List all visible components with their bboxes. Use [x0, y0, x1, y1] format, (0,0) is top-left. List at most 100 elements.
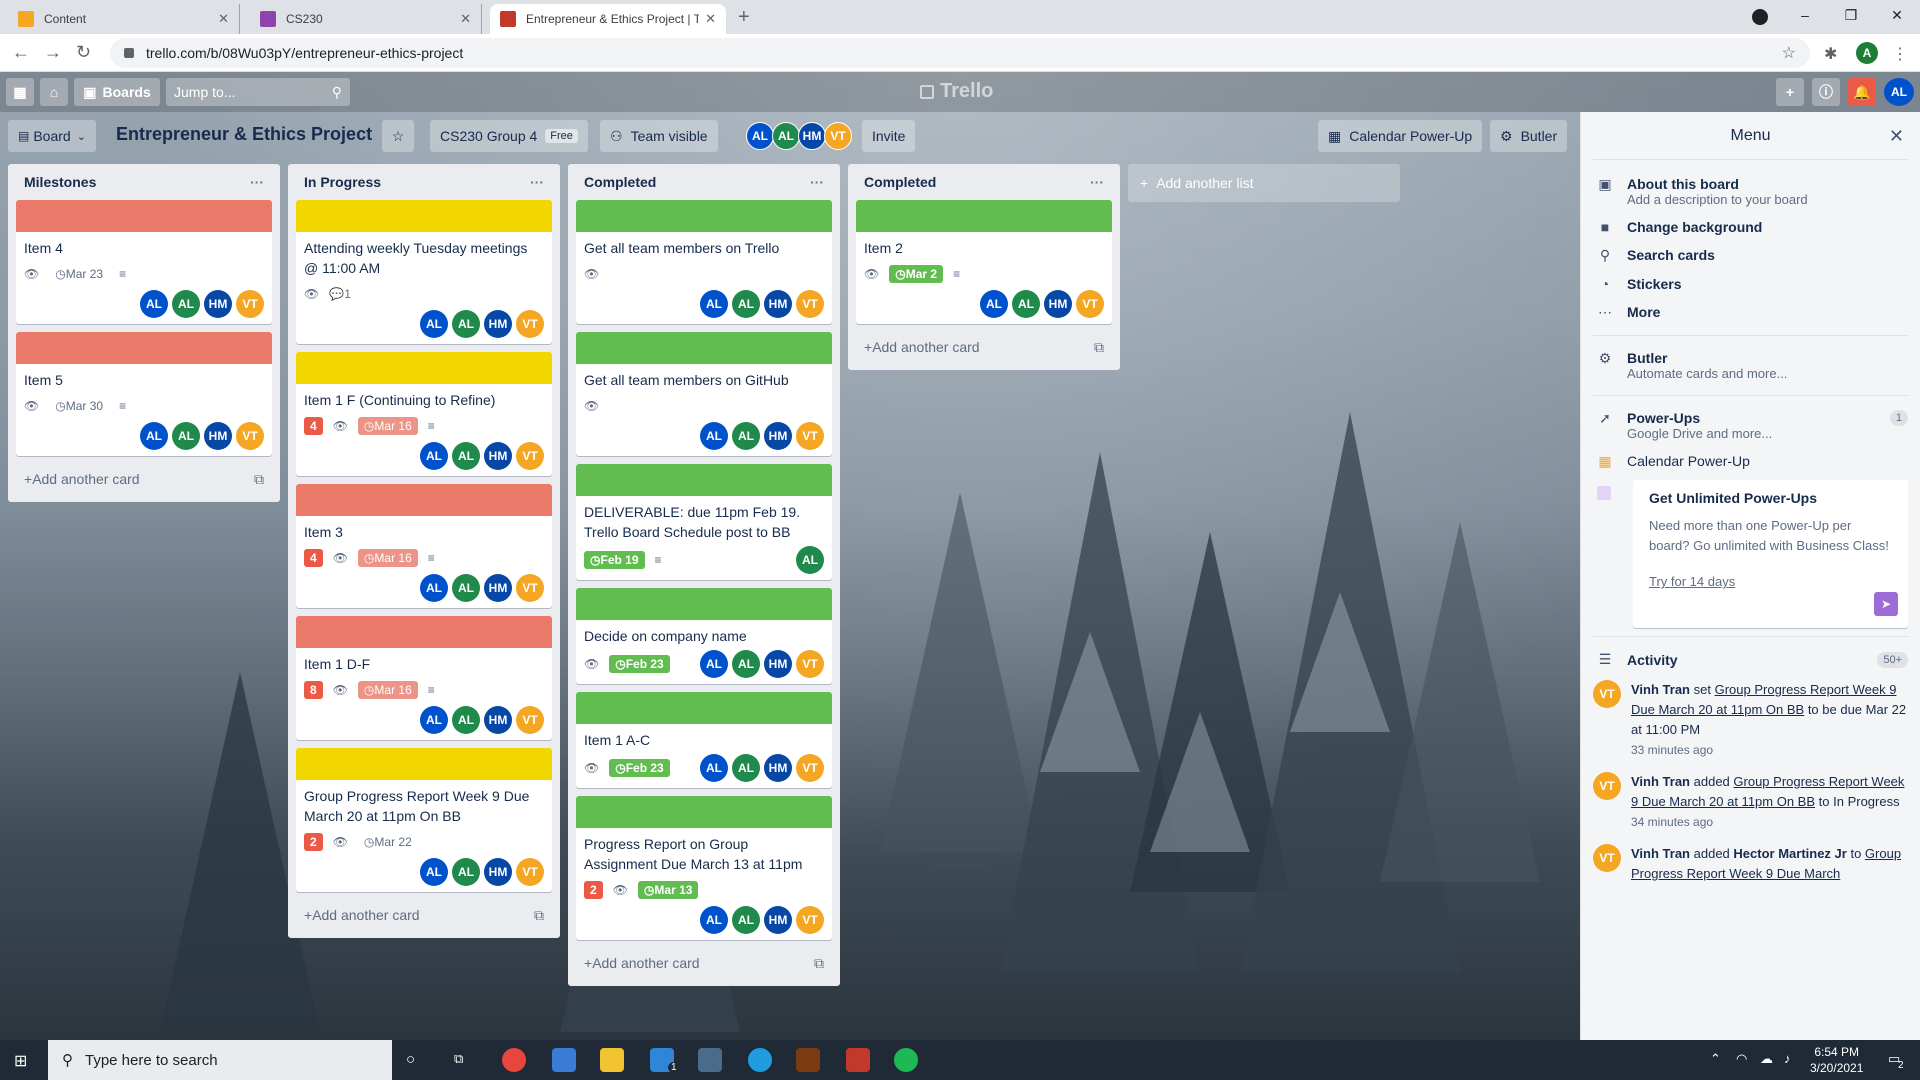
member-avatar[interactable]: AL: [700, 650, 728, 678]
upsell-trial-link[interactable]: Try for 14 days: [1649, 574, 1892, 589]
invite-button[interactable]: Invite: [862, 120, 916, 152]
member-avatar[interactable]: AL: [796, 546, 824, 574]
member-avatar[interactable]: AL: [420, 442, 448, 470]
member-avatar[interactable]: AL: [172, 422, 200, 450]
due-date-badge[interactable]: ◷ Mar 22: [358, 833, 418, 851]
due-date-badge[interactable]: ◷ Mar 16: [357, 417, 418, 435]
list-menu-icon[interactable]: ···: [530, 174, 544, 190]
activity-user[interactable]: Vinh Tran: [1631, 682, 1690, 697]
menu-powerups[interactable]: ➚ Power-Ups Google Drive and more... 1: [1581, 404, 1920, 447]
member-avatar[interactable]: HM: [764, 290, 792, 318]
member-avatar[interactable]: AL: [732, 754, 760, 782]
add-card-button[interactable]: + Add another card ⧉: [856, 332, 1112, 362]
member-avatar[interactable]: VT: [1593, 844, 1621, 872]
member-avatar[interactable]: AL: [700, 754, 728, 782]
minecraft-taskbar-icon[interactable]: [796, 1048, 820, 1072]
reload-icon[interactable]: ↻: [76, 42, 91, 63]
list-header[interactable]: Completed ···: [856, 164, 1112, 200]
file-explorer-icon[interactable]: [600, 1048, 624, 1072]
card[interactable]: Decide on company name 👁 ◷ Feb 23 AL AL HM VT: [576, 588, 832, 684]
member-avatar[interactable]: HM: [764, 422, 792, 450]
list-menu-icon[interactable]: ···: [1090, 174, 1104, 190]
edge-taskbar-icon[interactable]: [748, 1048, 772, 1072]
member-avatar[interactable]: HM: [764, 754, 792, 782]
card[interactable]: Attending weekly Tuesday meetings @ 11:0…: [296, 200, 552, 344]
user-avatar[interactable]: AL: [1884, 78, 1914, 106]
member-avatar[interactable]: AL: [700, 290, 728, 318]
member-avatar[interactable]: VT: [1076, 290, 1104, 318]
trello-logo[interactable]: Trello: [920, 80, 993, 103]
card[interactable]: Item 1 A-C 👁 ◷ Feb 23 AL AL HM VT: [576, 692, 832, 788]
add-list-button[interactable]: + Add another list: [1128, 164, 1400, 202]
wifi-icon[interactable]: ◠: [1736, 1051, 1747, 1067]
board-member-avatar[interactable]: AL: [746, 122, 774, 150]
member-avatar[interactable]: AL: [420, 310, 448, 338]
extensions-icon[interactable]: ✱: [1824, 44, 1837, 64]
list-header[interactable]: Milestones ···: [16, 164, 272, 200]
spotify-taskbar-icon[interactable]: [894, 1048, 918, 1072]
due-date-badge[interactable]: ◷ Mar 23: [49, 265, 109, 283]
member-avatar[interactable]: VT: [516, 706, 544, 734]
board-member-avatar[interactable]: HM: [798, 122, 826, 150]
due-date-badge[interactable]: ◷ Mar 16: [357, 549, 418, 567]
browser-tab-content[interactable]: Content ✕: [8, 4, 240, 34]
member-avatar[interactable]: VT: [516, 858, 544, 886]
member-avatar[interactable]: VT: [1593, 680, 1621, 708]
menu-about-board[interactable]: ▣ About this board Add a description to …: [1581, 170, 1920, 213]
team-button[interactable]: CS230 Group 4 Free: [430, 120, 588, 152]
star-board-button[interactable]: ☆: [382, 120, 414, 152]
menu-stickers[interactable]: ◔ Stickers: [1581, 270, 1920, 298]
close-icon[interactable]: ✕: [460, 11, 471, 27]
apps-grid-icon[interactable]: ▦: [6, 78, 34, 106]
member-avatar[interactable]: AL: [732, 422, 760, 450]
butler-button[interactable]: ⚙ Butler: [1490, 120, 1568, 152]
new-tab-button[interactable]: +: [738, 6, 750, 29]
maximize-button[interactable]: ❐: [1828, 0, 1874, 30]
taskbar-search[interactable]: ⚲ Type here to search: [48, 1040, 392, 1080]
member-avatar[interactable]: AL: [420, 574, 448, 602]
window-close-button[interactable]: ✕: [1874, 0, 1920, 30]
chrome-menu-icon[interactable]: ⋮: [1892, 44, 1908, 64]
menu-search-cards[interactable]: ⚲ Search cards: [1581, 241, 1920, 270]
member-avatar[interactable]: VT: [796, 422, 824, 450]
close-icon[interactable]: ✕: [1889, 126, 1904, 147]
member-avatar[interactable]: AL: [732, 290, 760, 318]
boards-button[interactable]: ▣ Boards: [74, 78, 160, 106]
visibility-button[interactable]: ⚇ Team visible: [600, 120, 718, 152]
member-avatar[interactable]: HM: [764, 650, 792, 678]
member-avatar[interactable]: AL: [732, 906, 760, 934]
member-avatar[interactable]: VT: [236, 422, 264, 450]
member-avatar[interactable]: HM: [484, 858, 512, 886]
due-date-badge[interactable]: ◷ Mar 13: [637, 881, 699, 899]
board-view-switcher[interactable]: ▤ Board ⌄: [8, 120, 96, 152]
board-member-avatar[interactable]: VT: [824, 122, 852, 150]
menu-more[interactable]: ⋯ More: [1581, 298, 1920, 327]
member-avatar[interactable]: AL: [140, 422, 168, 450]
member-avatar[interactable]: HM: [764, 906, 792, 934]
board-title[interactable]: Entrepreneur & Ethics Project: [116, 124, 372, 145]
card-template-icon[interactable]: ⧉: [814, 955, 824, 972]
card[interactable]: Item 2 👁 ◷ Mar 2 ≡ AL AL HM VT: [856, 200, 1112, 324]
member-avatar[interactable]: VT: [796, 650, 824, 678]
close-icon[interactable]: ✕: [705, 11, 716, 27]
steam-taskbar-icon[interactable]: [698, 1048, 722, 1072]
activity-user[interactable]: Vinh Tran: [1631, 846, 1690, 861]
list-title[interactable]: Completed: [584, 174, 656, 190]
card-template-icon[interactable]: ⧉: [1094, 339, 1104, 356]
member-avatar[interactable]: AL: [452, 706, 480, 734]
member-avatar[interactable]: AL: [732, 650, 760, 678]
add-card-button[interactable]: + Add another card ⧉: [16, 464, 272, 494]
member-avatar[interactable]: AL: [1012, 290, 1040, 318]
board-member-avatar[interactable]: AL: [772, 122, 800, 150]
system-clock[interactable]: 6:54 PM 3/20/2021: [1810, 1044, 1863, 1076]
card-template-icon[interactable]: ⧉: [254, 471, 264, 488]
member-avatar[interactable]: VT: [236, 290, 264, 318]
card[interactable]: Progress Report on Group Assignment Due …: [576, 796, 832, 940]
member-avatar[interactable]: AL: [700, 422, 728, 450]
calendar-powerup-button[interactable]: ▦ Calendar Power-Up: [1318, 120, 1483, 152]
list-title[interactable]: Completed: [864, 174, 936, 190]
member-avatar[interactable]: HM: [484, 574, 512, 602]
member-avatar[interactable]: AL: [420, 858, 448, 886]
info-icon[interactable]: ⓘ: [1812, 78, 1840, 106]
card-template-icon[interactable]: ⧉: [534, 907, 544, 924]
